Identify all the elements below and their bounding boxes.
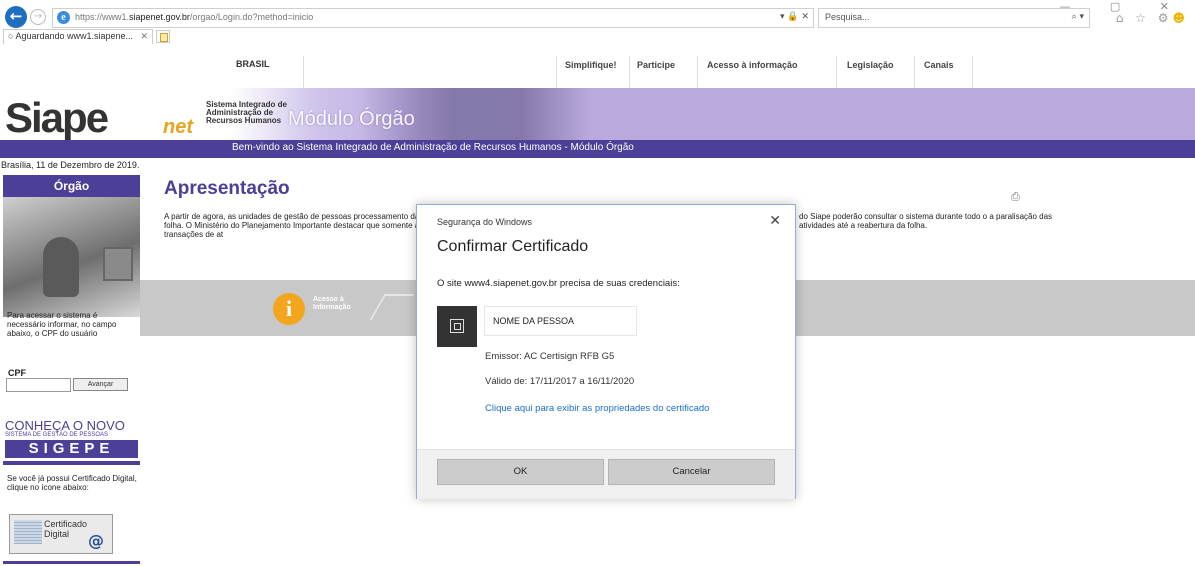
divider bbox=[697, 56, 698, 88]
module-title: Módulo Órgão bbox=[288, 108, 415, 130]
ie-site-icon: e bbox=[57, 11, 70, 24]
certificado-digital-label: Certificado Digital bbox=[44, 519, 88, 539]
search-input[interactable]: Pesquisa... ⌕ ▾ bbox=[818, 8, 1090, 28]
feedback-smiley-icon: ☻ bbox=[1172, 11, 1189, 25]
siape-net-logo: net bbox=[163, 116, 193, 138]
certificate-tile[interactable] bbox=[437, 306, 477, 347]
address-actions[interactable]: ▾ 🔒 ✕ bbox=[780, 12, 809, 22]
certificate-name: NOME DA PESSOA bbox=[493, 316, 575, 326]
certificate-document-icon bbox=[14, 520, 42, 544]
tab-row: ○ Aguardando www1.siapene... ✕ bbox=[0, 28, 1195, 44]
gov-link-acesso[interactable]: Acesso à informação bbox=[707, 60, 798, 70]
gov-bar: BRASIL Simplifique! Participe Acesso à i… bbox=[0, 56, 1195, 88]
gov-link-participe[interactable]: Participe bbox=[637, 60, 675, 70]
acesso-informacao-label[interactable]: Acesso à Informação bbox=[313, 296, 351, 312]
sigepe-logo[interactable]: SIGEPE bbox=[5, 440, 138, 458]
page-title: Apresentação bbox=[164, 178, 290, 199]
divider bbox=[3, 561, 140, 564]
confirm-certificate-dialog: Segurança do Windows ✕ Confirmar Certifi… bbox=[416, 204, 796, 499]
dialog-title: Confirmar Certificado bbox=[437, 238, 589, 255]
divider bbox=[836, 56, 837, 88]
avancar-button[interactable]: Avançar bbox=[73, 378, 128, 391]
divider bbox=[3, 461, 140, 465]
info-icon[interactable]: i bbox=[273, 293, 305, 325]
toolbar-icons[interactable]: ⌂ ☆ ⚙☻ bbox=[1116, 11, 1189, 25]
presentation-text-right: do Siape poderão consultar o sistema dur… bbox=[799, 212, 1053, 230]
siape-subtitle: Sistema Integrado de Administração de Re… bbox=[206, 100, 287, 125]
certificate-info: Se você já possui Certificado Digital, c… bbox=[7, 474, 137, 492]
welcome-text: Bem-vindo ao Sistema Integrado de Admini… bbox=[232, 142, 634, 153]
gov-link-canais[interactable]: Canais bbox=[924, 60, 954, 70]
siape-logo[interactable]: Siape bbox=[5, 94, 109, 142]
at-sign-icon: @ bbox=[88, 531, 104, 550]
ok-button[interactable]: OK bbox=[437, 459, 604, 485]
certificate-properties-link[interactable]: Clique aqui para exibir as propriedades … bbox=[485, 402, 725, 415]
person-figure bbox=[43, 237, 79, 297]
new-tab-button[interactable] bbox=[156, 30, 170, 43]
sidebar: Órgão Para acessar o sistema é necessári… bbox=[3, 175, 140, 566]
certificate-name-box[interactable]: NOME DA PESSOA bbox=[484, 306, 637, 336]
search-placeholder: Pesquisa... bbox=[825, 12, 870, 22]
gov-brasil-link[interactable]: BRASIL bbox=[236, 59, 270, 69]
dialog-message: O site www4.siapenet.gov.br precisa de s… bbox=[437, 278, 680, 289]
dialog-footer: OK Cancelar bbox=[417, 449, 795, 499]
divider bbox=[556, 56, 557, 88]
tab-title: Aguardando www1.siapene... bbox=[15, 31, 134, 41]
tab-close-icon[interactable]: ✕ bbox=[140, 31, 148, 42]
divider bbox=[914, 56, 915, 88]
divider bbox=[629, 56, 630, 88]
monitor-figure bbox=[103, 247, 133, 281]
sidebar-title: Órgão bbox=[3, 175, 140, 197]
site-banner: Siape net Sistema Integrado de Administr… bbox=[0, 88, 1195, 142]
divider bbox=[972, 56, 973, 88]
cpf-input[interactable] bbox=[6, 378, 71, 392]
certificado-digital-button[interactable]: Certificado Digital @ bbox=[9, 514, 113, 554]
forward-button[interactable]: → bbox=[30, 9, 46, 25]
cancel-button[interactable]: Cancelar bbox=[608, 459, 775, 485]
divider bbox=[303, 56, 304, 88]
sigepe-subtitle: SISTEMA DE GESTÃO DE PESSOAS bbox=[5, 432, 109, 438]
date-line: Brasília, 11 de Dezembro de 2019. bbox=[1, 160, 140, 170]
print-icon[interactable]: ⎙ bbox=[1011, 190, 1020, 204]
close-icon[interactable]: ✕ bbox=[769, 213, 781, 229]
certificate-issuer: Emissor: AC Certisign RFB G5 bbox=[485, 351, 615, 362]
sidebar-photo bbox=[3, 197, 140, 317]
browser-tab[interactable]: ○ Aguardando www1.siapene... ✕ bbox=[3, 29, 153, 44]
certificate-validity: Válido de: 17/11/2017 a 16/11/2020 bbox=[485, 376, 635, 387]
url-text: https://www1.siapenet.gov.br/orgao/Login… bbox=[75, 12, 314, 22]
search-icon[interactable]: ⌕ ▾ bbox=[1072, 12, 1084, 22]
cpf-label: CPF bbox=[8, 368, 26, 378]
dialog-source: Segurança do Windows bbox=[437, 217, 533, 227]
sidebar-info: Para acessar o sistema é necessário info… bbox=[7, 311, 117, 338]
gov-link-simplifique[interactable]: Simplifique! bbox=[565, 60, 617, 70]
address-bar[interactable]: e https://www1.siapenet.gov.br/orgao/Log… bbox=[52, 8, 814, 28]
back-button[interactable]: ← bbox=[5, 6, 27, 28]
sigepe-heading[interactable]: CONHEÇA O NOVO bbox=[5, 418, 125, 433]
certificate-icon bbox=[450, 319, 464, 333]
presentation-text-left: A partir de agora, as unidades de gestão… bbox=[164, 212, 424, 239]
gov-logo-decor bbox=[369, 294, 415, 320]
welcome-bar: Bem-vindo ao Sistema Integrado de Admini… bbox=[0, 140, 1195, 158]
gov-link-legislacao[interactable]: Legislação bbox=[847, 60, 894, 70]
